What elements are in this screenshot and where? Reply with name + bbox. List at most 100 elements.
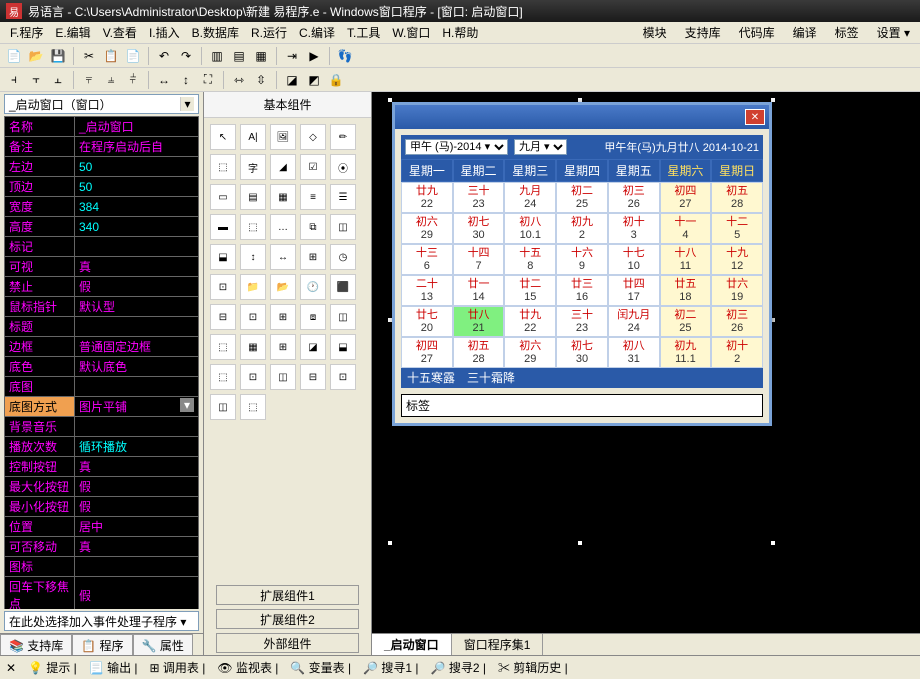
close-tip-icon[interactable]: ✕ xyxy=(6,661,16,675)
calendar-control[interactable]: 甲午 (马)-2014 ▾ 九月 ▾ 甲午年(马)九月廿八 2014-10-21… xyxy=(401,135,763,388)
calendar-cell[interactable]: 廿二15 xyxy=(504,275,556,306)
component-item[interactable]: ⊡ xyxy=(210,274,236,300)
menu-item[interactable]: H.帮助 xyxy=(438,22,482,43)
component-item[interactable]: ⊡ xyxy=(330,364,356,390)
menu-item[interactable]: 设置 ▾ xyxy=(873,22,914,43)
component-item[interactable]: ✏ xyxy=(330,124,356,150)
align-left-icon[interactable]: ⫞ xyxy=(4,70,24,90)
component-item[interactable]: ⧉ xyxy=(300,214,326,240)
component-item[interactable]: 📂 xyxy=(270,274,296,300)
calendar-cell[interactable]: 初九2 xyxy=(556,213,608,244)
component-item[interactable]: A| xyxy=(240,124,266,150)
open-icon[interactable]: 📂 xyxy=(26,46,46,66)
component-item[interactable]: ≡ xyxy=(300,184,326,210)
menu-item[interactable]: 代码库 xyxy=(735,22,779,43)
component-item[interactable]: ☑ xyxy=(300,154,326,180)
menu-item[interactable]: 编译 xyxy=(789,22,821,43)
vspace-icon[interactable]: ⇳ xyxy=(251,70,271,90)
calendar-cell[interactable]: 廿九22 xyxy=(504,306,556,337)
status-item[interactable]: 🔍 变量表 | xyxy=(290,659,351,676)
menu-item[interactable]: V.查看 xyxy=(99,22,141,43)
component-item[interactable]: ⊡ xyxy=(240,304,266,330)
same-size-icon[interactable]: ⛶ xyxy=(198,70,218,90)
menu-item[interactable]: B.数据库 xyxy=(188,22,243,43)
menu-item[interactable]: 标签 xyxy=(831,22,863,43)
status-item[interactable]: 💡 提示 | xyxy=(28,659,77,676)
palette-group-button[interactable]: 外部组件 xyxy=(216,633,359,653)
copy-icon[interactable]: 📋 xyxy=(101,46,121,66)
calendar-cell[interactable]: 九月24 xyxy=(504,182,556,213)
panel1-icon[interactable]: ▥ xyxy=(207,46,227,66)
cut-icon[interactable]: ✂ xyxy=(79,46,99,66)
component-item[interactable]: ⊞ xyxy=(300,244,326,270)
close-icon[interactable]: ✕ xyxy=(745,109,765,125)
calendar-cell[interactable]: 闰九月24 xyxy=(608,306,660,337)
panel-tab[interactable]: 📚 支持库 xyxy=(0,634,72,655)
component-item[interactable]: ▭ xyxy=(210,184,236,210)
component-item[interactable]: ◫ xyxy=(210,394,236,420)
redo-icon[interactable]: ↷ xyxy=(176,46,196,66)
component-item[interactable]: ▬ xyxy=(210,214,236,240)
same-width-icon[interactable]: ↔ xyxy=(154,70,174,90)
component-item[interactable]: ⦿ xyxy=(330,154,356,180)
calendar-cell[interactable]: 初六29 xyxy=(504,337,556,368)
send-back-icon[interactable]: ◩ xyxy=(304,70,324,90)
calendar-cell[interactable]: 初九11.1 xyxy=(660,337,712,368)
menu-item[interactable]: R.运行 xyxy=(247,22,291,43)
calendar-cell[interactable]: 初四27 xyxy=(401,337,453,368)
panel2-icon[interactable]: ▤ xyxy=(229,46,249,66)
status-item[interactable]: 📃 输出 | xyxy=(89,659,138,676)
calendar-cell[interactable]: 初五28 xyxy=(711,182,763,213)
undo-icon[interactable]: ↶ xyxy=(154,46,174,66)
component-item[interactable]: ▦ xyxy=(270,184,296,210)
calendar-cell[interactable]: 三十23 xyxy=(556,306,608,337)
component-item[interactable]: … xyxy=(270,214,296,240)
component-item[interactable]: ◇ xyxy=(300,124,326,150)
component-item[interactable]: ⬚ xyxy=(240,214,266,240)
calendar-cell[interactable]: 廿八21 xyxy=(453,306,505,337)
component-item[interactable]: 📁 xyxy=(240,274,266,300)
status-item[interactable]: 🔎 搜寻2 | xyxy=(431,659,486,676)
menu-item[interactable]: W.窗口 xyxy=(388,22,434,43)
designer-tab[interactable]: _启动窗口 xyxy=(372,634,452,655)
component-item[interactable]: ↕ xyxy=(240,244,266,270)
step-icon[interactable]: ⇥ xyxy=(282,46,302,66)
calendar-cell[interactable]: 十二5 xyxy=(711,213,763,244)
component-item[interactable]: ⧈ xyxy=(300,304,326,330)
calendar-cell[interactable]: 廿三16 xyxy=(556,275,608,306)
calendar-cell[interactable]: 初二25 xyxy=(660,306,712,337)
component-item[interactable]: ◫ xyxy=(330,304,356,330)
component-item[interactable]: ☰ xyxy=(330,184,356,210)
component-item[interactable]: ▤ xyxy=(240,184,266,210)
component-item[interactable]: 🕐 xyxy=(300,274,326,300)
calendar-cell[interactable]: 初八31 xyxy=(608,337,660,368)
component-item[interactable]: ◢ xyxy=(270,154,296,180)
hspace-icon[interactable]: ⇿ xyxy=(229,70,249,90)
calendar-cell[interactable]: 十四7 xyxy=(453,244,505,275)
form-designer[interactable]: ✕ 甲午 (马)-2014 ▾ 九月 ▾ 甲午年(马)九月廿八 2014-10-… xyxy=(372,92,920,655)
same-height-icon[interactable]: ↕ xyxy=(176,70,196,90)
component-item[interactable]: ⬚ xyxy=(210,154,236,180)
calendar-cell[interactable]: 廿一14 xyxy=(453,275,505,306)
panel-tab[interactable]: 📋 程序 xyxy=(72,634,132,655)
designer-tab[interactable]: 窗口程序集1 xyxy=(452,634,544,655)
component-item[interactable]: ⬓ xyxy=(330,334,356,360)
event-selector[interactable]: 在此处选择加入事件处理子程序 ▾ xyxy=(4,611,199,631)
component-item[interactable]: ⊞ xyxy=(270,334,296,360)
align-mid-icon[interactable]: ⫨ xyxy=(101,70,121,90)
lock-icon[interactable]: 🔒 xyxy=(326,70,346,90)
menu-item[interactable]: C.编译 xyxy=(295,22,339,43)
calendar-cell[interactable]: 十六9 xyxy=(556,244,608,275)
calendar-cell[interactable]: 初三26 xyxy=(711,306,763,337)
new-file-icon[interactable]: 📄 xyxy=(4,46,24,66)
component-item[interactable]: ⊞ xyxy=(270,304,296,330)
status-item[interactable]: 🔎 搜寻1 | xyxy=(363,659,418,676)
status-item[interactable]: ✂ 剪辑历史 | xyxy=(498,659,568,676)
align-center-icon[interactable]: ⫟ xyxy=(26,70,46,90)
calendar-cell[interactable]: 二十13 xyxy=(401,275,453,306)
component-item[interactable]: ⬓ xyxy=(210,244,236,270)
menu-item[interactable]: 支持库 xyxy=(681,22,725,43)
calendar-cell[interactable]: 十八11 xyxy=(660,244,712,275)
status-item[interactable]: ⊞ 调用表 | xyxy=(150,659,206,676)
calendar-cell[interactable]: 三十23 xyxy=(453,182,505,213)
